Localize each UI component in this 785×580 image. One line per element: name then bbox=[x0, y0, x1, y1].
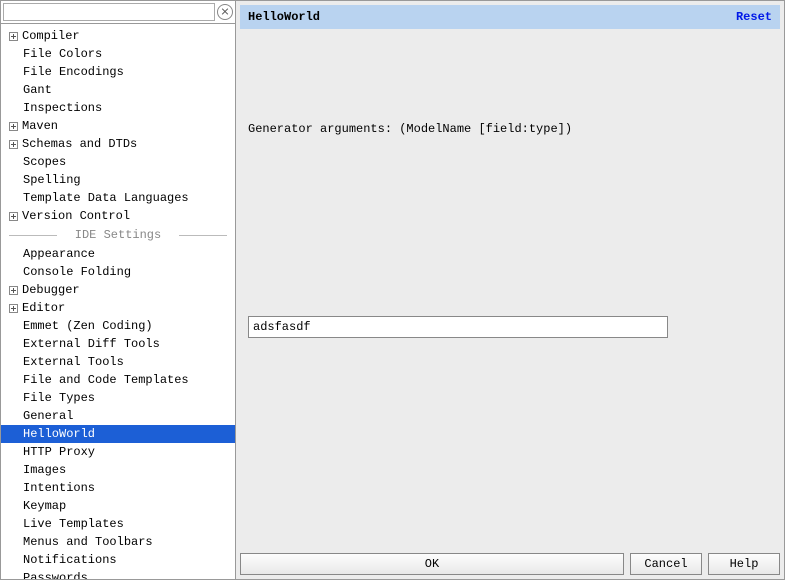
tree-item-label: Appearance bbox=[23, 247, 95, 261]
tree-item[interactable]: Gant bbox=[1, 81, 235, 99]
tree-item-label: Console Folding bbox=[23, 265, 131, 279]
expand-icon[interactable] bbox=[9, 304, 18, 313]
tree-item-label: Notifications bbox=[23, 553, 117, 567]
tree-item[interactable]: Console Folding bbox=[1, 263, 235, 281]
reset-link[interactable]: Reset bbox=[736, 10, 772, 24]
expand-icon[interactable] bbox=[9, 32, 18, 41]
tree-item[interactable]: Appearance bbox=[1, 245, 235, 263]
tree-item-label: Template Data Languages bbox=[23, 191, 189, 205]
tree-item[interactable]: File and Code Templates bbox=[1, 371, 235, 389]
tree-item[interactable]: File Encodings bbox=[1, 63, 235, 81]
tree-item-label: HelloWorld bbox=[23, 427, 95, 441]
tree-item-label: File Colors bbox=[23, 47, 102, 61]
section-header: IDE Settings bbox=[1, 225, 235, 245]
expand-icon[interactable] bbox=[9, 212, 18, 221]
tree-item[interactable]: External Tools bbox=[1, 353, 235, 371]
tree-item[interactable]: Debugger bbox=[1, 281, 235, 299]
tree-item[interactable]: Scopes bbox=[1, 153, 235, 171]
tree-item[interactable]: Passwords bbox=[1, 569, 235, 579]
tree-item-label: Intentions bbox=[23, 481, 95, 495]
tree-item[interactable]: Intentions bbox=[1, 479, 235, 497]
tree-item[interactable]: File Colors bbox=[1, 45, 235, 63]
tree-item[interactable]: Editor bbox=[1, 299, 235, 317]
tree-item-label: Passwords bbox=[23, 571, 88, 579]
expand-icon[interactable] bbox=[9, 286, 18, 295]
settings-detail-panel: HelloWorld Reset Generator arguments: (M… bbox=[236, 1, 784, 579]
search-row bbox=[1, 1, 235, 24]
tree-item[interactable]: Spelling bbox=[1, 171, 235, 189]
tree-item[interactable]: Template Data Languages bbox=[1, 189, 235, 207]
expand-icon[interactable] bbox=[9, 122, 18, 131]
tree-item[interactable]: Emmet (Zen Coding) bbox=[1, 317, 235, 335]
tree-item-label: General bbox=[23, 409, 73, 423]
tree-item[interactable]: File Types bbox=[1, 389, 235, 407]
tree-item[interactable]: Notifications bbox=[1, 551, 235, 569]
tree-item-label: File Encodings bbox=[23, 65, 124, 79]
tree-item-label: Gant bbox=[23, 83, 52, 97]
generator-args-label: Generator arguments: (ModelName [field:t… bbox=[248, 122, 772, 136]
tree-item-label: External Diff Tools bbox=[23, 337, 160, 351]
tree-item-label: Version Control bbox=[22, 209, 130, 223]
tree-item-label: File Types bbox=[23, 391, 95, 405]
tree-item[interactable]: General bbox=[1, 407, 235, 425]
tree-item-label: Scopes bbox=[23, 155, 66, 169]
tree-item-label: Emmet (Zen Coding) bbox=[23, 319, 153, 333]
tree-item[interactable]: Version Control bbox=[1, 207, 235, 225]
help-button[interactable]: Help bbox=[708, 553, 780, 575]
tree-item[interactable]: Keymap bbox=[1, 497, 235, 515]
tree-item-label: Inspections bbox=[23, 101, 102, 115]
cancel-button[interactable]: Cancel bbox=[630, 553, 702, 575]
tree-item-label: External Tools bbox=[23, 355, 124, 369]
ok-button[interactable]: OK bbox=[240, 553, 624, 575]
tree-item[interactable]: External Diff Tools bbox=[1, 335, 235, 353]
tree-item-label: Editor bbox=[22, 301, 65, 315]
dialog-buttons: OK Cancel Help bbox=[240, 549, 780, 575]
tree-item-label: Debugger bbox=[22, 283, 80, 297]
tree-item-label: File and Code Templates bbox=[23, 373, 189, 387]
tree-item[interactable]: Inspections bbox=[1, 99, 235, 117]
tree-item[interactable]: Images bbox=[1, 461, 235, 479]
settings-tree[interactable]: Compiler File Colors File Encodings Gant Ins… bbox=[1, 24, 235, 579]
tree-item[interactable]: Menus and Toolbars bbox=[1, 533, 235, 551]
generator-args-input[interactable] bbox=[248, 316, 668, 338]
panel-header: HelloWorld Reset bbox=[240, 5, 780, 29]
tree-item[interactable]: Compiler bbox=[1, 27, 235, 45]
panel-title: HelloWorld bbox=[248, 10, 320, 24]
tree-item-label: Maven bbox=[22, 119, 58, 133]
tree-item[interactable]: Maven bbox=[1, 117, 235, 135]
tree-item-label: Spelling bbox=[23, 173, 81, 187]
tree-item[interactable]: HelloWorld bbox=[1, 425, 235, 443]
settings-sidebar: Compiler File Colors File Encodings Gant Ins… bbox=[1, 1, 236, 579]
tree-item-label: Menus and Toolbars bbox=[23, 535, 153, 549]
tree-item-label: Keymap bbox=[23, 499, 66, 513]
clear-search-icon[interactable] bbox=[217, 4, 233, 20]
tree-item-label: Live Templates bbox=[23, 517, 124, 531]
tree-item[interactable]: HTTP Proxy bbox=[1, 443, 235, 461]
expand-icon[interactable] bbox=[9, 140, 18, 149]
tree-item[interactable]: Live Templates bbox=[1, 515, 235, 533]
content-area: Generator arguments: (ModelName [field:t… bbox=[240, 29, 780, 549]
tree-item-label: Compiler bbox=[22, 29, 80, 43]
tree-item-label: Schemas and DTDs bbox=[22, 137, 137, 151]
tree-item-label: Images bbox=[23, 463, 66, 477]
search-input[interactable] bbox=[3, 3, 215, 21]
tree-item-label: HTTP Proxy bbox=[23, 445, 95, 459]
tree-item[interactable]: Schemas and DTDs bbox=[1, 135, 235, 153]
